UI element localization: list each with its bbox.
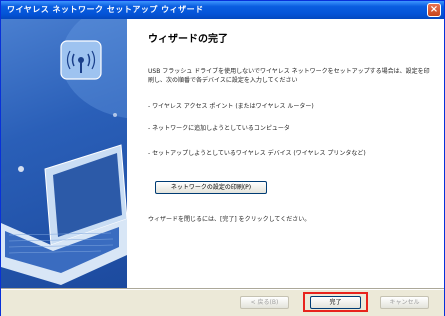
instruction-text: USB フラッシュ ドライブを使用しないでワイヤレス ネットワークをセットアップ… xyxy=(148,68,430,84)
close-icon: × xyxy=(429,4,439,15)
print-settings-button[interactable]: ネットワークの設定の印刷(P) xyxy=(155,181,267,194)
wireless-antenna-icon xyxy=(60,40,102,80)
window-title: ワイヤレス ネットワーク セットアップ ウィザード xyxy=(7,5,204,14)
cancel-button[interactable]: キャンセル xyxy=(380,296,429,309)
wizard-side-panel xyxy=(1,19,127,289)
wizard-window: ワイヤレス ネットワーク セットアップ ウィザード × ウィザードの完了 USB… xyxy=(0,0,445,316)
title-bar: ワイヤレス ネットワーク セットアップ ウィザード × xyxy=(1,1,444,19)
list-item: - ワイヤレス アクセス ポイント (またはワイヤレス ルーター) xyxy=(148,103,314,110)
back-button[interactable]: < 戻る(B) xyxy=(240,296,289,309)
laptop-illustration xyxy=(1,19,127,285)
wizard-content: ウィザードの完了 USB フラッシュ ドライブを使用しないでワイヤレス ネットワ… xyxy=(1,19,444,289)
page-title: ウィザードの完了 xyxy=(148,34,228,45)
close-button[interactable]: × xyxy=(427,3,441,17)
wizard-main-panel: ウィザードの完了 USB フラッシュ ドライブを使用しないでワイヤレス ネットワ… xyxy=(135,19,435,289)
list-item: - セットアップしようとしているワイヤレス デバイス (ワイヤレス プリンタなど… xyxy=(148,150,366,157)
list-item: - ネットワークに追加しようとしているコンピュータ xyxy=(148,125,290,132)
button-bar: < 戻る(B) 完了 キャンセル xyxy=(1,289,444,316)
closing-text: ウィザードを閉じるには、[完了] をクリックしてください。 xyxy=(148,216,311,223)
finish-button[interactable]: 完了 xyxy=(310,296,361,309)
